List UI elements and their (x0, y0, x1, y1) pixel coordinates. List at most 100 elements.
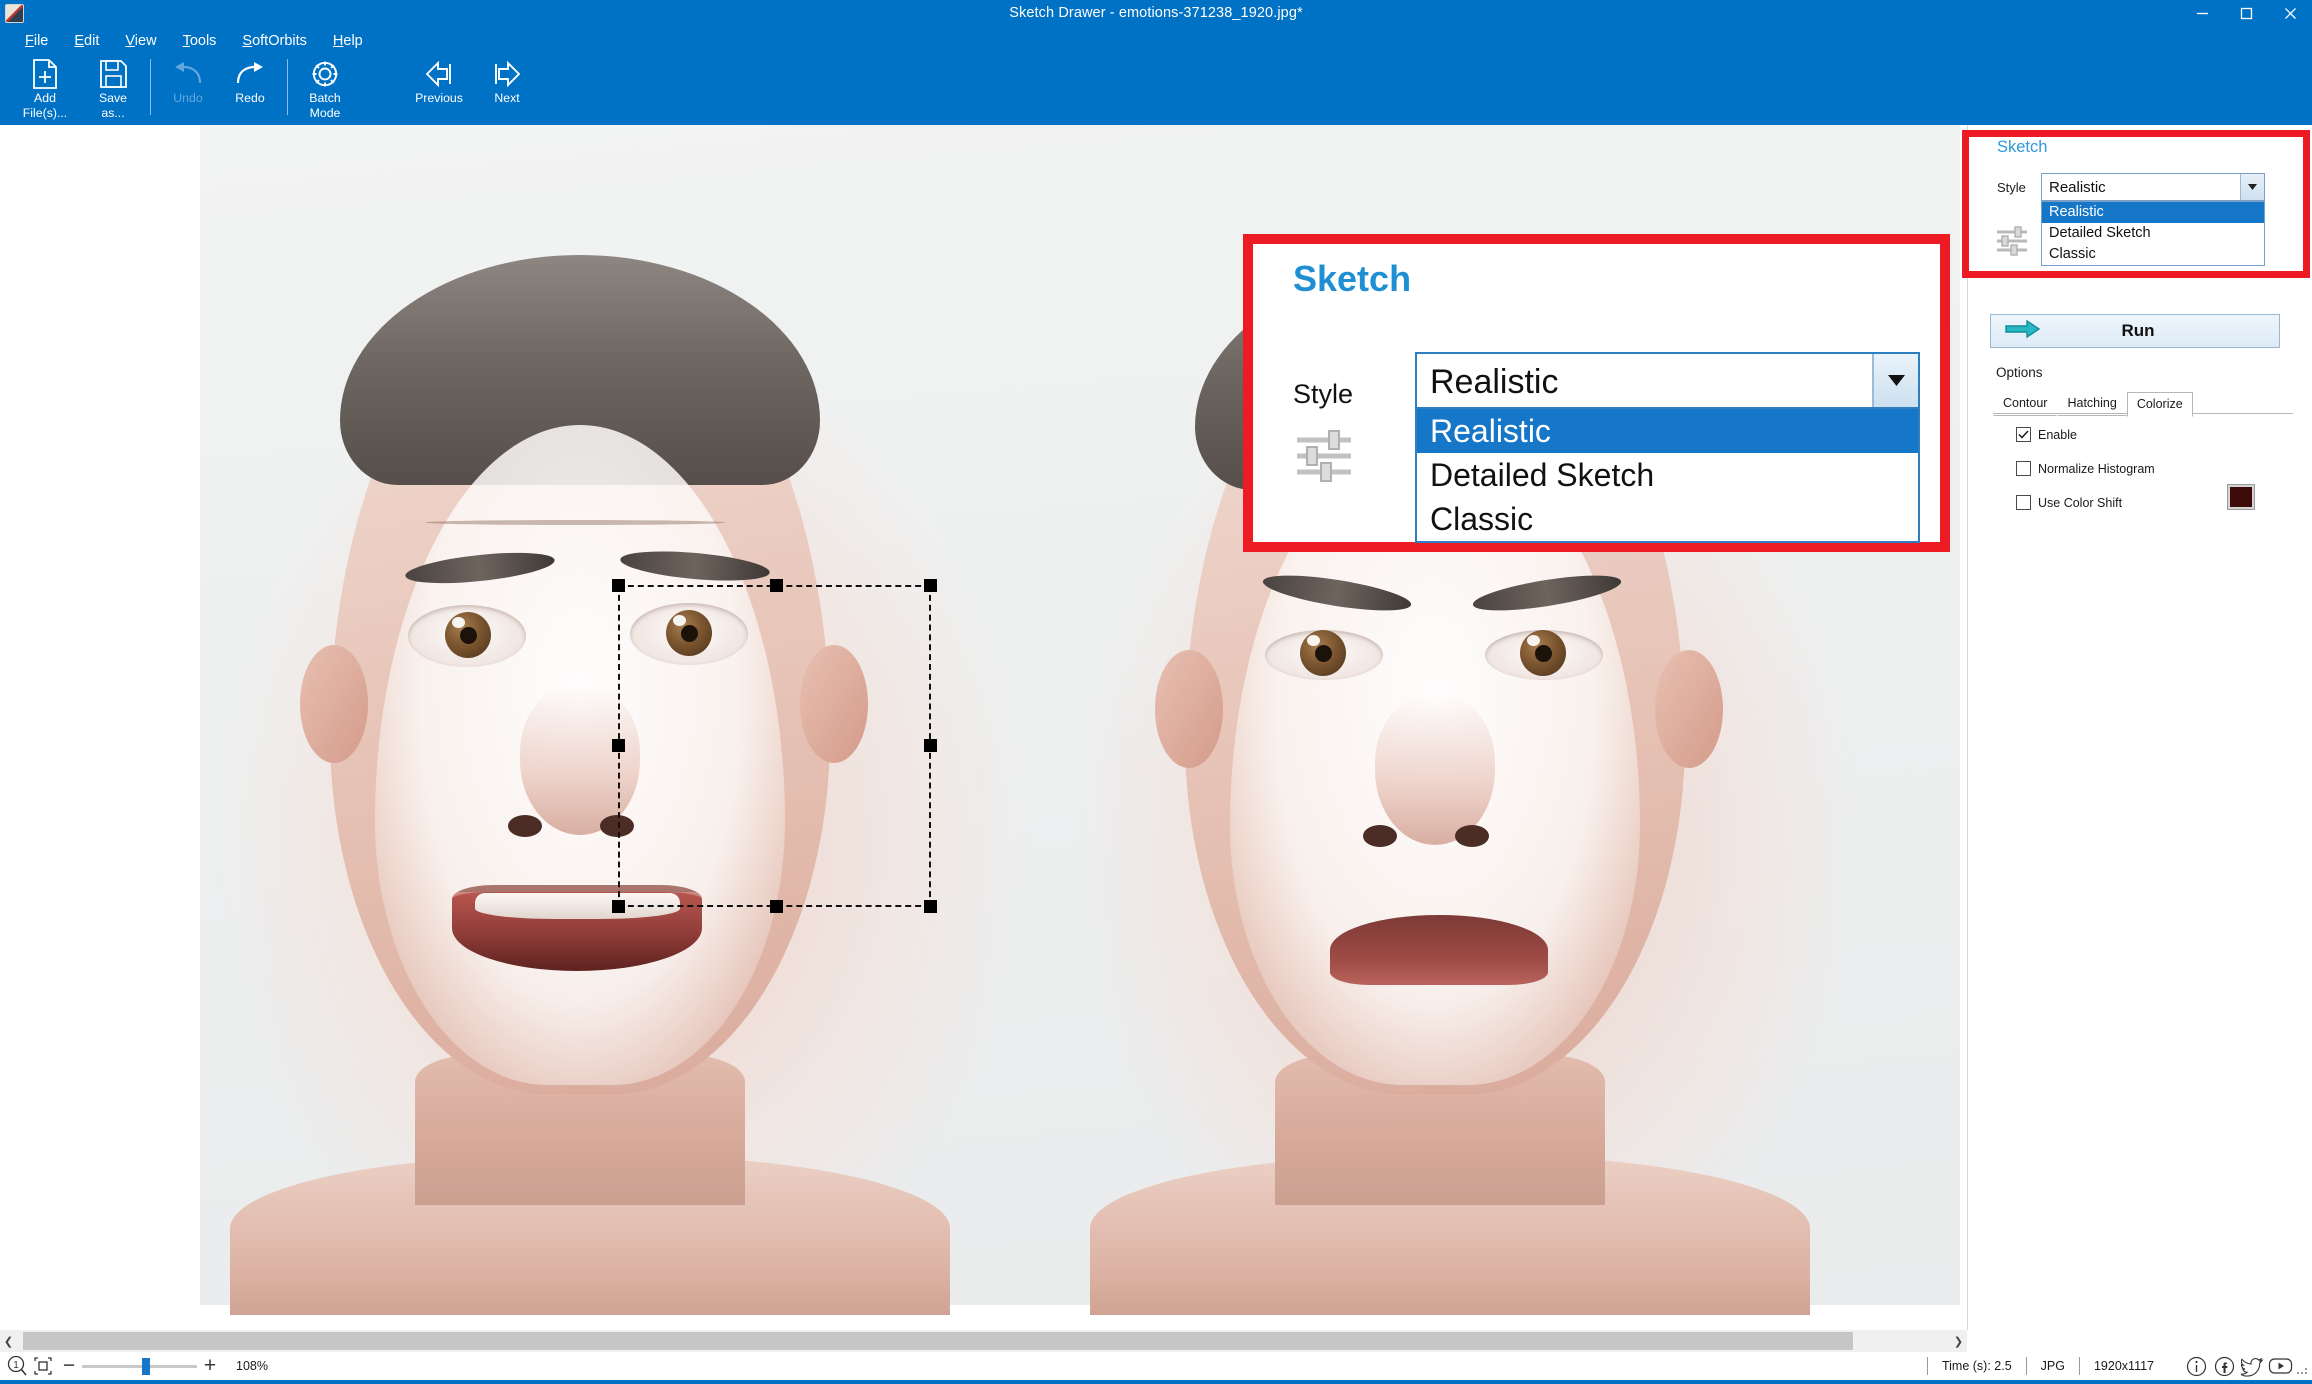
twitter-icon[interactable] (2238, 1353, 2266, 1379)
menu-file[interactable]: File (12, 30, 61, 52)
menu-help-rest: elp (343, 32, 363, 49)
menu-softorbits[interactable]: SoftOrbits (229, 30, 319, 52)
sketch-settings-panel: Sketch Style Realistic Realistic Detaile… (1967, 125, 2312, 1330)
zoom-slider-track (82, 1364, 197, 1368)
scroll-right-arrow-icon[interactable]: ❯ (1950, 1330, 1967, 1352)
style-dropdown-list[interactable]: Realistic Detailed Sketch Classic (2041, 201, 2265, 266)
youtube-icon[interactable] (2266, 1353, 2294, 1379)
callout-chevron-down-icon[interactable] (1872, 354, 1918, 407)
toolbar-separator-2 (287, 59, 288, 115)
style-dropdown-value: Realistic (2049, 178, 2106, 196)
color-swatch-button[interactable] (2228, 485, 2254, 509)
callout-style-label: Style (1293, 379, 1354, 409)
menu-tools-rest: ools (189, 32, 217, 49)
batch-mode-label-2: Mode (309, 105, 341, 120)
zoom-out-button[interactable]: − (56, 1353, 82, 1379)
horizontal-scrollbar[interactable]: ❮ ❯ (0, 1330, 1967, 1352)
style-option-realistic[interactable]: Realistic (2042, 202, 2264, 223)
add-files-button[interactable]: Add File(s)... (8, 54, 82, 125)
undo-label: Undo (173, 91, 203, 105)
maximize-button[interactable] (2224, 0, 2268, 27)
add-files-label-2: File(s)... (22, 105, 68, 120)
scrollbar-thumb[interactable] (23, 1332, 1853, 1350)
bottom-accent-strip (0, 1380, 2312, 1384)
style-label: Style (1997, 179, 2026, 195)
zoom-in-button[interactable]: + (197, 1353, 223, 1379)
facebook-icon[interactable] (2210, 1353, 2238, 1379)
style-dropdown[interactable]: Realistic (2041, 173, 2265, 201)
normalize-histogram-label: Normalize Histogram (2038, 461, 2155, 476)
checkbox-row-normalize-histogram[interactable]: Normalize Histogram (2016, 461, 2155, 476)
zoom-percent-label: 108% (236, 1359, 268, 1373)
zoom-actual-size-icon[interactable]: 1 (4, 1353, 30, 1379)
toolbar-separator-1 (150, 59, 151, 115)
save-as-label-1: Save (98, 91, 128, 105)
menu-view-rest: iew (134, 32, 157, 49)
scrollbar-track[interactable] (17, 1330, 1950, 1352)
chevron-down-icon[interactable] (2240, 174, 2264, 200)
menu-tools[interactable]: Tools (170, 30, 230, 52)
zoom-callout-annotation: Sketch Style Realistic Realistic Detaile… (1243, 234, 1950, 552)
callout-style-value: Realistic (1430, 363, 1559, 401)
options-tabs: Contour Hatching Colorize (1993, 391, 2193, 417)
sliders-icon[interactable] (1992, 221, 2032, 261)
callout-option-classic[interactable]: Classic (1417, 497, 1918, 541)
previous-arrow-icon (422, 57, 456, 91)
redo-button[interactable]: Redo (219, 54, 281, 125)
menu-help[interactable]: Help (320, 30, 376, 52)
previous-button[interactable]: Previous (402, 54, 476, 125)
window-title: Sketch Drawer - emotions-371238_1920.jpg… (1009, 5, 1303, 21)
normalize-histogram-checkbox[interactable] (2016, 461, 2031, 476)
save-as-label-2: as... (101, 105, 125, 120)
callout-style-dropdown-list[interactable]: Realistic Detailed Sketch Classic (1415, 407, 1920, 543)
status-time: Time (s): 2.5 (1926, 1357, 2026, 1375)
style-option-classic[interactable]: Classic (2042, 244, 2264, 265)
minimize-button[interactable] (2180, 0, 2224, 27)
undo-button[interactable]: Undo (157, 54, 219, 125)
panel-title: Sketch (1997, 138, 2048, 156)
callout-option-detailed-sketch[interactable]: Detailed Sketch (1417, 453, 1918, 497)
add-file-icon (30, 57, 60, 91)
batch-mode-button[interactable]: Batch Mode (294, 54, 356, 125)
close-button[interactable] (2268, 0, 2312, 27)
zoom-fit-icon[interactable] (30, 1353, 56, 1379)
zoom-slider[interactable] (82, 1353, 197, 1379)
social-links (2182, 1353, 2294, 1379)
previous-label: Previous (415, 91, 463, 105)
zoom-slider-thumb[interactable] (142, 1358, 150, 1375)
menu-view[interactable]: View (112, 30, 169, 52)
menu-softorbits-rest: oftOrbits (252, 32, 307, 49)
save-disk-icon (98, 57, 128, 91)
status-right-group: Time (s): 2.5 JPG 1920x1117 (1926, 1353, 2312, 1379)
menu-file-rest: ile (33, 32, 49, 49)
next-label: Next (494, 91, 520, 105)
checkbox-row-enable[interactable]: Enable (2016, 427, 2077, 442)
menu-bar: File Edit View Tools SoftOrbits Help (0, 27, 2312, 54)
enable-checkbox[interactable] (2016, 427, 2031, 442)
resize-grip[interactable] (2294, 1353, 2312, 1379)
callout-option-realistic[interactable]: Realistic (1417, 409, 1918, 453)
callout-style-dropdown[interactable]: Realistic (1415, 352, 1920, 409)
checkbox-row-use-color-shift[interactable]: Use Color Shift (2016, 495, 2122, 510)
next-button[interactable]: Next (476, 54, 538, 125)
zoom-controls: 1 − + 108% (0, 1353, 268, 1379)
info-icon[interactable] (2182, 1353, 2210, 1379)
enable-label: Enable (2038, 427, 2077, 442)
status-bar: 1 − + 108% Time (s): 2.5 JPG 1920x1117 (0, 1352, 2312, 1380)
run-label: Run (2121, 321, 2155, 340)
svg-text:1: 1 (13, 1360, 19, 1371)
tab-hatching[interactable]: Hatching (2057, 391, 2127, 416)
status-dimensions: 1920x1117 (2078, 1357, 2168, 1375)
use-color-shift-checkbox[interactable] (2016, 495, 2031, 510)
run-button[interactable]: Run (1990, 314, 2280, 348)
tab-contour[interactable]: Contour (1993, 391, 2058, 416)
callout-title: Sketch (1293, 258, 1412, 299)
save-as-button[interactable]: Save as... (82, 54, 144, 125)
tab-colorize[interactable]: Colorize (2126, 392, 2193, 417)
redo-arrow-icon (233, 57, 267, 91)
scroll-left-arrow-icon[interactable]: ❮ (0, 1330, 17, 1352)
application-window: Sketch Drawer - emotions-371238_1920.jpg… (0, 0, 2312, 1384)
options-label: Options (1996, 365, 2043, 380)
style-option-detailed-sketch[interactable]: Detailed Sketch (2042, 223, 2264, 244)
menu-edit[interactable]: Edit (61, 30, 112, 52)
